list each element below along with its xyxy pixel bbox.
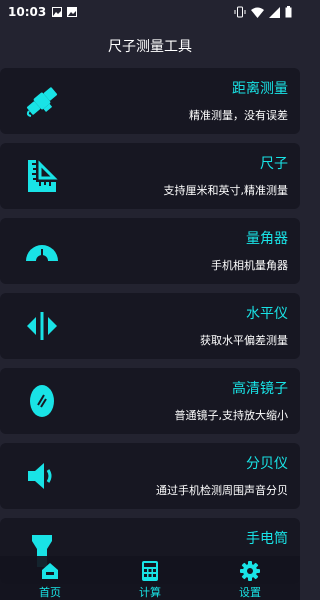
tab-settings[interactable]: 设置 [210,556,290,600]
tool-name: 尺子 [260,156,288,172]
home-icon [39,560,61,582]
status-bar: 10:03 [0,0,300,24]
satellite-icon [22,81,62,121]
tool-desc: 通过手机检测周围声音分贝 [156,484,288,497]
tool-desc: 支持厘米和英寸,精准测量 [163,184,289,197]
tool-card-decibel[interactable]: 分贝仪 通过手机检测周围声音分贝 [0,443,300,509]
tool-desc: 普通镜子,支持放大缩小 [174,409,289,422]
level-icon [22,306,62,346]
photo-icon [52,7,63,17]
status-time: 10:03 [8,5,47,19]
tool-desc: 手机相机量角器 [211,259,288,272]
page-title: 尺子测量工具 [108,39,192,55]
tool-card-protractor[interactable]: 量角器 手机相机量角器 [0,218,300,284]
battery-icon [285,6,292,18]
gallery-icon [67,7,78,17]
tool-name: 手电筒 [246,531,288,547]
tool-desc: 精准测量，没有误差 [189,109,288,122]
calculator-icon [139,560,161,582]
tool-name: 分贝仪 [246,456,288,472]
tab-calculate[interactable]: 计算 [110,556,190,600]
tool-card-mirror[interactable]: 高清镜子 普通镜子,支持放大缩小 [0,368,300,434]
vibrate-icon [234,6,246,18]
tab-home[interactable]: 首页 [10,556,90,600]
tab-label: 设置 [239,586,261,599]
tool-card-distance[interactable]: 距离测量 精准测量，没有误差 [0,68,300,134]
tab-label: 计算 [139,586,161,599]
tool-card-level[interactable]: 水平仪 获取水平偏差测量 [0,293,300,359]
tool-name: 水平仪 [246,306,288,322]
speaker-icon [22,456,62,496]
mirror-icon [22,381,62,421]
ruler-icon [22,156,62,196]
gear-icon [239,560,261,582]
signal-icon [269,6,280,18]
tab-label: 首页 [39,586,61,599]
tool-name: 距离测量 [232,81,288,97]
tool-list: 距离测量 精准测量，没有误差 尺子 支持厘米和英寸,精准测量 量角器 手机相机量… [0,68,300,593]
protractor-icon [22,231,62,271]
bottom-tab-bar: 首页 计算 设置 [0,556,300,600]
tool-name: 量角器 [246,231,288,247]
tool-desc: 获取水平偏差测量 [200,334,288,347]
wifi-icon [251,7,264,18]
tool-card-ruler[interactable]: 尺子 支持厘米和英寸,精准测量 [0,143,300,209]
tool-name: 高清镜子 [232,381,288,397]
